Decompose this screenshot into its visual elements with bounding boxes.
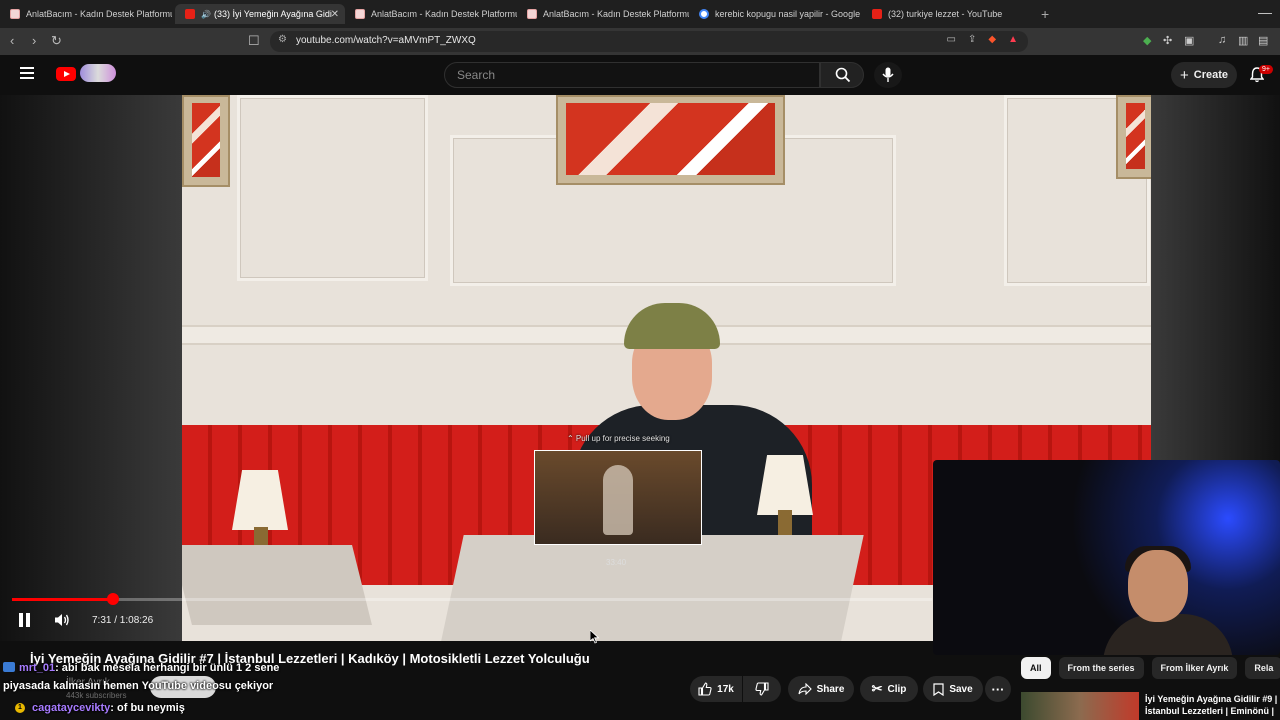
thumbs-up-icon	[698, 682, 712, 696]
microphone-icon	[882, 67, 894, 82]
more-icon: ···	[991, 681, 1005, 697]
favicon-icon	[355, 9, 365, 19]
save-button[interactable]: Save	[923, 676, 983, 702]
wall-artwork	[556, 95, 785, 185]
browser-tab[interactable]: AnlatBacım - Kadın Destek Platformu	[517, 4, 689, 24]
browser-tab[interactable]: AnlatBacım - Kadın Destek Platformu	[345, 4, 517, 24]
chat-message: piyasada kalmasın hemen YouTube videosu …	[3, 680, 274, 692]
back-icon[interactable]: ‹	[10, 33, 14, 48]
audio-icon: 🔊	[201, 9, 211, 19]
notification-badge: 9+	[1259, 65, 1273, 74]
progress-played	[12, 598, 114, 601]
search-button[interactable]	[820, 62, 864, 88]
seek-preview-time: 33:40	[606, 558, 627, 567]
bookmark-icon[interactable]: ☐	[248, 33, 260, 49]
more-actions-button[interactable]: ···	[985, 676, 1011, 702]
plus-icon: +	[1179, 66, 1189, 84]
chat-message: mrt_01: abi bak mesela herhangi bir ünlü…	[3, 662, 279, 674]
tab-title: AnlatBacım - Kadın Destek Platformu	[26, 9, 172, 19]
pause-button[interactable]	[19, 613, 31, 627]
menu-icon[interactable]	[20, 67, 34, 82]
scissors-icon: ✂	[871, 681, 883, 696]
voice-search-button[interactable]	[874, 62, 902, 88]
chip-from-series[interactable]: From the series	[1058, 657, 1144, 679]
chip-related[interactable]: Rela	[1245, 657, 1280, 679]
chat-user-badge-icon	[3, 662, 15, 672]
youtube-logo-icon[interactable]	[56, 67, 76, 81]
site-info-icon[interactable]: ⚙	[278, 34, 287, 45]
favicon-icon	[527, 9, 537, 19]
chip-from-channel[interactable]: From İlker Ayrık	[1151, 657, 1238, 679]
share-icon	[798, 683, 812, 695]
video-player[interactable]: ⌃ Pull up for precise seeking 33:40 7:31…	[0, 95, 1280, 655]
minimize-icon[interactable]: —	[1258, 4, 1272, 20]
search-icon	[835, 67, 851, 83]
wall-artwork	[182, 95, 230, 187]
chat-badge-icon: 1	[15, 703, 25, 713]
wall-artwork	[1116, 95, 1151, 179]
forward-icon[interactable]: ›	[32, 33, 36, 48]
browser-tab-active[interactable]: 🔊 (33) İyi Yemeğin Ayağına Gidi ✕	[175, 4, 345, 24]
progress-bar[interactable]	[12, 593, 932, 605]
save-playlist-icon	[933, 682, 944, 696]
wallet-icon[interactable]: ▤	[1258, 34, 1268, 47]
chat-message: cagataycevikty: of bu neymiş	[32, 702, 185, 714]
seek-hint: ⌃ Pull up for precise seeking	[567, 434, 670, 443]
tab-title: (32) turkiye lezzet - YouTube	[888, 9, 1003, 19]
recommended-video-title[interactable]: İyi Yemeğin Ayağına Gidilir #9 | İstanbu…	[1145, 693, 1280, 717]
recommended-video-thumbnail[interactable]	[1021, 692, 1139, 720]
split-view-icon[interactable]: ▥	[1238, 34, 1248, 47]
chip-all[interactable]: All	[1021, 657, 1051, 679]
search-box	[444, 62, 820, 88]
reload-icon[interactable]: ↻	[51, 33, 62, 49]
mouse-cursor-icon	[590, 630, 600, 644]
thumbs-down-icon	[755, 682, 769, 696]
address-bar-row: ‹ › ↻ ☐ ⚙ youtube.com/watch?v=aMVmPT_ZWX…	[0, 28, 1280, 55]
brave-rewards-icon[interactable]: ▲	[1008, 34, 1018, 45]
like-button[interactable]: 17k	[690, 676, 742, 702]
time-display: 7:31 / 1:08:26	[92, 615, 154, 626]
volume-icon[interactable]	[54, 613, 70, 627]
tab-title: AnlatBacım - Kadın Destek Platformu	[371, 9, 517, 19]
extension-icon[interactable]: ◆	[1143, 34, 1151, 47]
clip-button[interactable]: ✂ Clip	[860, 676, 918, 702]
google-favicon-icon	[699, 9, 709, 19]
close-tab-icon[interactable]: ✕	[331, 9, 339, 20]
omnibox[interactable]: ⚙ youtube.com/watch?v=aMVmPT_ZWXQ ▭ ⇪ ◆ …	[270, 31, 1028, 52]
share-button[interactable]: Share	[788, 676, 854, 702]
search-input[interactable]	[455, 67, 799, 83]
subscriber-count: 443k subscribers	[66, 691, 127, 700]
share-icon[interactable]: ⇪	[968, 34, 976, 45]
browser-tab[interactable]: (32) turkiye lezzet - YouTube	[862, 4, 1034, 24]
create-button[interactable]: + Create	[1171, 62, 1237, 88]
related-filter-chips: All From the series From İlker Ayrık Rel…	[1021, 657, 1280, 679]
new-tab-icon[interactable]: +	[1041, 6, 1049, 22]
tab-title: (33) İyi Yemeğin Ayağına Gidi	[213, 9, 332, 19]
brave-shield-icon[interactable]: ◆	[988, 34, 996, 45]
tab-title: kerebic kopugu nasil yapilir - Google	[715, 9, 861, 19]
seek-preview-thumbnail	[534, 450, 702, 545]
puzzle-icon[interactable]: ✣	[1163, 34, 1172, 47]
cast-icon[interactable]: ▭	[947, 34, 956, 45]
sidebar-icon[interactable]: ▣	[1184, 34, 1194, 47]
dislike-button[interactable]	[743, 676, 781, 702]
music-icon[interactable]: ♫	[1218, 34, 1226, 46]
table	[440, 535, 864, 641]
tab-title: AnlatBacım - Kadın Destek Platformu	[543, 9, 689, 19]
youtube-doodle[interactable]	[80, 64, 116, 82]
youtube-header: + Create 9+	[0, 55, 1280, 95]
browser-tab[interactable]: kerebic kopugu nasil yapilir - Google	[689, 4, 861, 24]
create-label: Create	[1193, 69, 1228, 81]
table	[182, 545, 372, 625]
ambient-left	[0, 95, 182, 641]
youtube-favicon-icon	[872, 9, 882, 19]
browser-tab[interactable]: AnlatBacım - Kadın Destek Platformu	[0, 4, 172, 24]
browser-tab-strip: AnlatBacım - Kadın Destek Platformu 🔊 (3…	[0, 0, 1280, 28]
streamer-webcam-overlay	[933, 460, 1280, 655]
url-text[interactable]: youtube.com/watch?v=aMVmPT_ZWXQ	[296, 35, 476, 46]
favicon-icon	[10, 9, 20, 19]
youtube-favicon-icon	[185, 9, 195, 19]
